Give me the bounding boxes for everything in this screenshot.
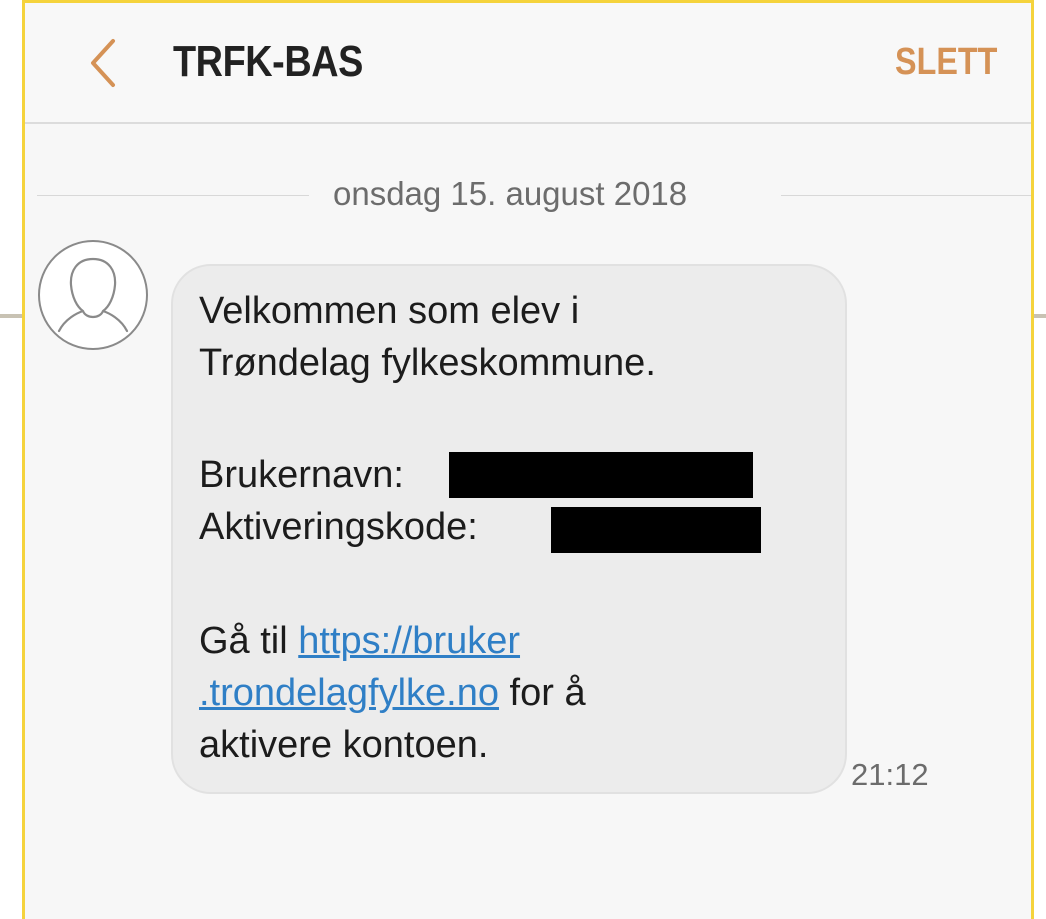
background-line-left <box>0 314 22 318</box>
message-text-line: Velkommen som elev i <box>199 290 580 332</box>
date-label: onsdag 15. august 2018 <box>333 175 688 212</box>
conversation-title: TRFK-BAS <box>173 37 363 86</box>
back-button[interactable] <box>83 35 123 91</box>
activation-code-label: Aktiveringskode: <box>199 506 478 548</box>
chevron-left-icon <box>91 39 115 87</box>
message-timestamp: 21:12 <box>851 757 929 792</box>
redacted-activation-code <box>551 507 761 553</box>
delete-button[interactable]: SLETT <box>895 41 997 84</box>
goto-prefix: Gå til <box>199 620 299 662</box>
message-bubble[interactable]: Velkommen som elev i Trøndelag fylkeskom… <box>171 264 847 794</box>
activation-link-part1[interactable]: https://bruker <box>298 620 520 662</box>
goto-suffix: for å <box>498 672 586 714</box>
redacted-username <box>449 452 753 498</box>
message-screen: TRFK-BAS SLETT onsdag 15. august 2018 Ve… <box>22 0 1034 919</box>
message-text-line: aktivere kontoen. <box>199 724 489 766</box>
app-header: TRFK-BAS SLETT <box>25 3 1031 124</box>
activation-link-part2[interactable]: .trondelagfylke.no <box>199 672 499 714</box>
message-text-line: Trøndelag fylkeskommune. <box>199 342 656 384</box>
divider <box>37 195 309 196</box>
message-text-line: .trondelagfylke.no for å <box>199 670 586 716</box>
background-line-right <box>1034 314 1046 318</box>
contact-avatar[interactable] <box>37 239 149 351</box>
divider <box>781 195 1031 196</box>
message-text-line: Gå til https://bruker <box>199 618 520 664</box>
person-outline-icon <box>38 240 148 350</box>
date-separator: onsdag 15. august 2018 <box>37 171 1031 221</box>
username-label: Brukernavn: <box>199 454 404 496</box>
